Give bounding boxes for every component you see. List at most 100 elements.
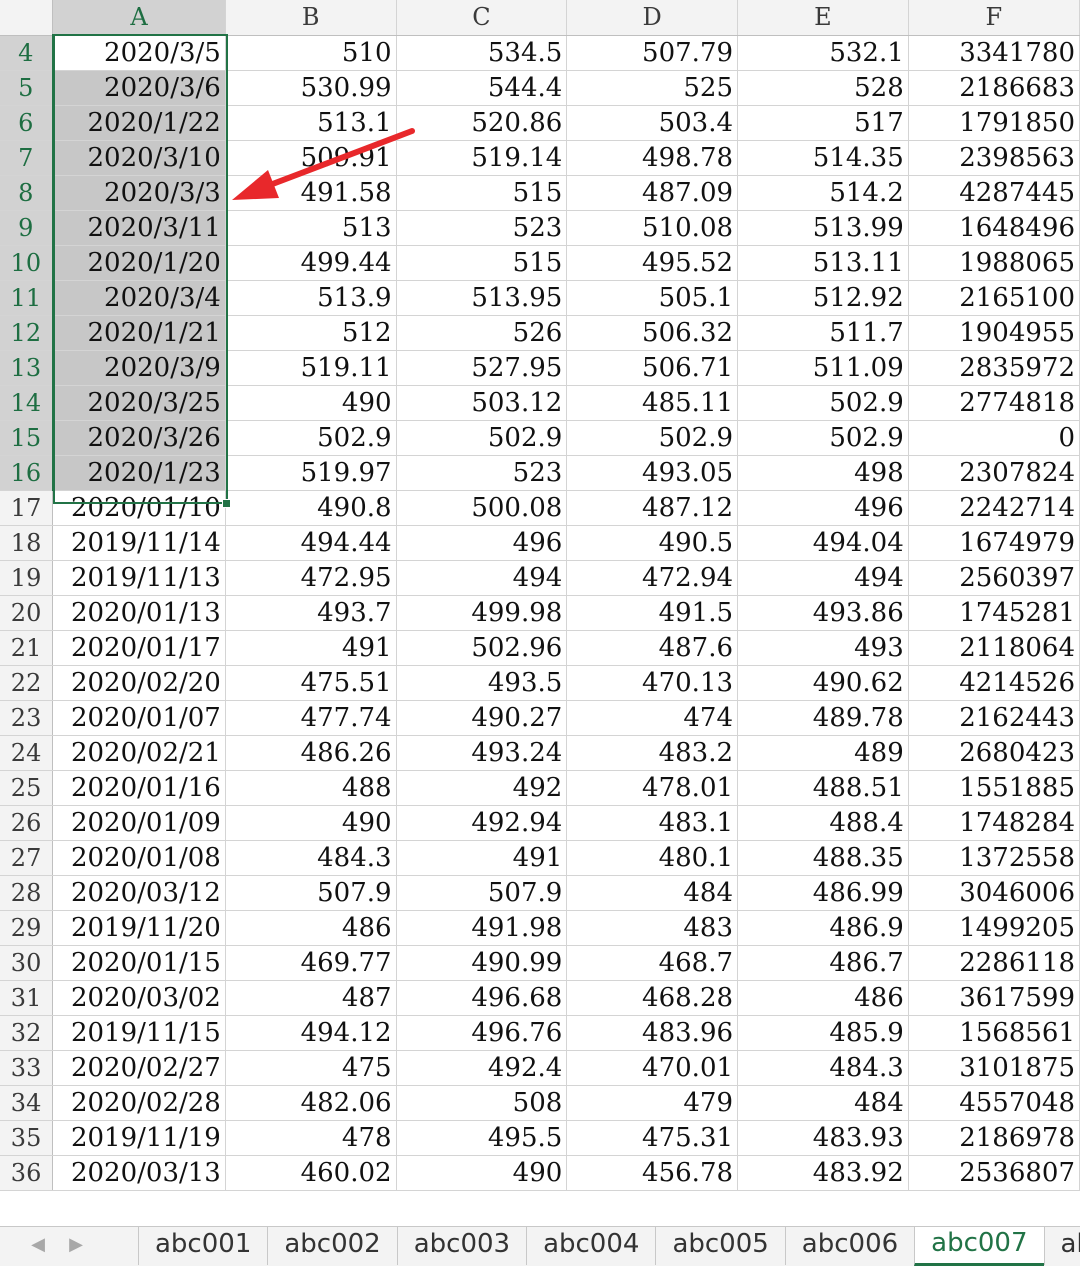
cell-a[interactable]: 2020/01/15 xyxy=(52,945,226,981)
column-header-a[interactable]: A xyxy=(52,0,226,36)
row-header[interactable]: 12 xyxy=(0,315,54,351)
cell-e[interactable]: 512.92 xyxy=(737,280,909,316)
row-header[interactable]: 7 xyxy=(0,140,54,176)
cell-a[interactable]: 2020/3/4 xyxy=(52,280,226,316)
cell-f[interactable]: 0 xyxy=(908,420,1080,456)
cell-e[interactable]: 488.51 xyxy=(737,770,909,806)
cell-c[interactable]: 515 xyxy=(396,245,568,281)
cell-b[interactable]: 519.97 xyxy=(225,455,397,491)
cell-c[interactable]: 499.98 xyxy=(396,595,568,631)
sheet-tab-abc004[interactable]: abc004 xyxy=(526,1227,655,1265)
cell-f[interactable]: 1372558 xyxy=(908,840,1080,876)
sheet-tab-abc00[interactable]: abc00 xyxy=(1043,1227,1080,1265)
cell-d[interactable]: 483.1 xyxy=(566,805,739,841)
cell-e[interactable]: 485.9 xyxy=(737,1015,909,1051)
cell-b[interactable]: 482.06 xyxy=(225,1085,397,1121)
row-header[interactable]: 4 xyxy=(0,35,54,71)
cell-f[interactable]: 4287445 xyxy=(908,175,1080,211)
cell-e[interactable]: 489 xyxy=(737,735,909,771)
cell-f[interactable]: 2536807 xyxy=(908,1155,1080,1191)
row-header[interactable]: 31 xyxy=(0,980,54,1016)
cell-d[interactable]: 487.12 xyxy=(566,490,739,526)
cell-b[interactable]: 513.9 xyxy=(225,280,397,316)
cell-f[interactable]: 3101875 xyxy=(908,1050,1080,1086)
row-header[interactable]: 23 xyxy=(0,700,54,736)
cell-d[interactable]: 468.28 xyxy=(566,980,739,1016)
cell-e[interactable]: 502.9 xyxy=(737,385,909,421)
cell-b[interactable]: 490.8 xyxy=(225,490,397,526)
cell-b[interactable]: 475.51 xyxy=(225,665,397,701)
row-header[interactable]: 13 xyxy=(0,350,54,386)
cell-b[interactable]: 491 xyxy=(225,630,397,666)
cell-c[interactable]: 534.5 xyxy=(396,35,568,71)
cell-b[interactable]: 494.12 xyxy=(225,1015,397,1051)
cell-d[interactable]: 525 xyxy=(566,70,739,106)
cell-a[interactable]: 2020/3/3 xyxy=(52,175,226,211)
cell-a[interactable]: 2020/01/08 xyxy=(52,840,226,876)
cell-c[interactable]: 495.5 xyxy=(396,1120,568,1156)
cell-a[interactable]: 2020/01/09 xyxy=(52,805,226,841)
cell-b[interactable]: 486 xyxy=(225,910,397,946)
cell-a[interactable]: 2019/11/14 xyxy=(52,525,226,561)
cell-e[interactable]: 489.78 xyxy=(737,700,909,736)
cell-f[interactable]: 2165100 xyxy=(908,280,1080,316)
cell-e[interactable]: 486 xyxy=(737,980,909,1016)
cell-e[interactable]: 484 xyxy=(737,1085,909,1121)
cell-a[interactable]: 2019/11/20 xyxy=(52,910,226,946)
cell-b[interactable]: 484.3 xyxy=(225,840,397,876)
cell-e[interactable]: 514.2 xyxy=(737,175,909,211)
cell-f[interactable]: 1745281 xyxy=(908,595,1080,631)
cell-f[interactable]: 1904955 xyxy=(908,315,1080,351)
row-header[interactable]: 36 xyxy=(0,1155,54,1191)
cell-d[interactable]: 468.7 xyxy=(566,945,739,981)
cell-b[interactable]: 507.9 xyxy=(225,875,397,911)
cell-a[interactable]: 2020/03/12 xyxy=(52,875,226,911)
sheet-tab-abc001[interactable]: abc001 xyxy=(138,1227,267,1265)
cell-e[interactable]: 511.09 xyxy=(737,350,909,386)
cell-c[interactable]: 490.99 xyxy=(396,945,568,981)
cell-c[interactable]: 496.76 xyxy=(396,1015,568,1051)
sheet-tab-abc003[interactable]: abc003 xyxy=(396,1227,526,1265)
cell-f[interactable]: 2680423 xyxy=(908,735,1080,771)
cell-e[interactable]: 494 xyxy=(737,560,909,596)
cell-a[interactable]: 2020/3/10 xyxy=(52,140,226,176)
cell-e[interactable]: 483.92 xyxy=(737,1155,909,1191)
cell-b[interactable]: 491.58 xyxy=(225,175,397,211)
select-all-corner[interactable] xyxy=(0,0,54,36)
scroll-left-icon[interactable]: ◀ xyxy=(28,1235,48,1255)
cell-a[interactable]: 2020/3/9 xyxy=(52,350,226,386)
cell-d[interactable]: 507.79 xyxy=(566,35,739,71)
column-header-f[interactable]: F xyxy=(908,0,1080,36)
cell-e[interactable]: 532.1 xyxy=(737,35,909,71)
cell-e[interactable]: 502.9 xyxy=(737,420,909,456)
cell-a[interactable]: 2020/1/23 xyxy=(52,455,226,491)
cell-c[interactable]: 526 xyxy=(396,315,568,351)
cell-d[interactable]: 503.4 xyxy=(566,105,739,141)
cell-c[interactable]: 494 xyxy=(396,560,568,596)
cell-e[interactable]: 496 xyxy=(737,490,909,526)
cell-b[interactable]: 460.02 xyxy=(225,1155,397,1191)
cell-c[interactable]: 492 xyxy=(396,770,568,806)
cell-d[interactable]: 483.2 xyxy=(566,735,739,771)
cell-a[interactable]: 2019/11/13 xyxy=(52,560,226,596)
cell-f[interactable]: 2398563 xyxy=(908,140,1080,176)
cell-a[interactable]: 2020/01/13 xyxy=(52,595,226,631)
cell-c[interactable]: 502.9 xyxy=(396,420,568,456)
cell-b[interactable]: 487 xyxy=(225,980,397,1016)
cell-c[interactable]: 493.24 xyxy=(396,735,568,771)
cell-f[interactable]: 2286118 xyxy=(908,945,1080,981)
cell-a[interactable]: 2020/01/17 xyxy=(52,630,226,666)
cell-e[interactable]: 494.04 xyxy=(737,525,909,561)
cell-f[interactable]: 4214526 xyxy=(908,665,1080,701)
cell-a[interactable]: 2020/01/07 xyxy=(52,700,226,736)
row-header[interactable]: 35 xyxy=(0,1120,54,1156)
cell-c[interactable]: 527.95 xyxy=(396,350,568,386)
cell-d[interactable]: 475.31 xyxy=(566,1120,739,1156)
cell-a[interactable]: 2020/3/26 xyxy=(52,420,226,456)
cell-d[interactable]: 493.05 xyxy=(566,455,739,491)
cell-d[interactable]: 474 xyxy=(566,700,739,736)
cell-a[interactable]: 2020/3/25 xyxy=(52,385,226,421)
cell-d[interactable]: 490.5 xyxy=(566,525,739,561)
cell-f[interactable]: 2186683 xyxy=(908,70,1080,106)
cell-e[interactable]: 483.93 xyxy=(737,1120,909,1156)
